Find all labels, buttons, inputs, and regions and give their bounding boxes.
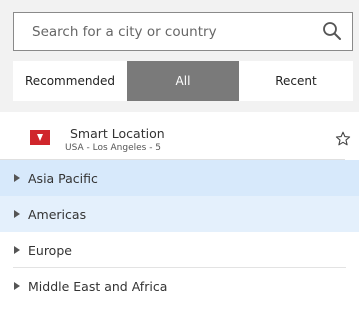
smart-location-title: Smart Location: [70, 126, 165, 141]
region-label: Europe: [28, 242, 72, 258]
smart-location-subtitle: USA - Los Angeles - 5: [65, 143, 162, 153]
expand-arrow-icon: [14, 210, 20, 218]
location-list: Smart Location USA - Los Angeles - 5 Asi…: [0, 112, 359, 323]
star-icon[interactable]: [335, 131, 351, 147]
region-asia-pacific[interactable]: Asia Pacific: [0, 160, 359, 196]
region-label: Asia Pacific: [28, 170, 98, 186]
expand-arrow-icon: [14, 174, 20, 182]
region-americas[interactable]: Americas: [0, 196, 359, 232]
expand-arrow-icon: [14, 282, 20, 290]
shield-icon: [37, 134, 43, 141]
smart-location-icon: [30, 130, 50, 145]
expand-arrow-icon: [14, 246, 20, 254]
smart-location-item[interactable]: Smart Location USA - Los Angeles - 5: [0, 112, 359, 160]
region-label: Americas: [28, 206, 87, 222]
search-input[interactable]: [32, 13, 312, 50]
tab-all[interactable]: All: [127, 61, 239, 101]
search-icon[interactable]: [322, 21, 342, 41]
tab-bar: Recommended All Recent: [13, 61, 353, 101]
region-label: Middle East and Africa: [28, 278, 168, 294]
region-europe[interactable]: Europe: [0, 232, 359, 268]
region-middle-east-africa[interactable]: Middle East and Africa: [0, 268, 359, 304]
tab-recent[interactable]: Recent: [239, 61, 353, 101]
search-box[interactable]: [13, 12, 353, 51]
tab-recommended[interactable]: Recommended: [13, 61, 127, 101]
